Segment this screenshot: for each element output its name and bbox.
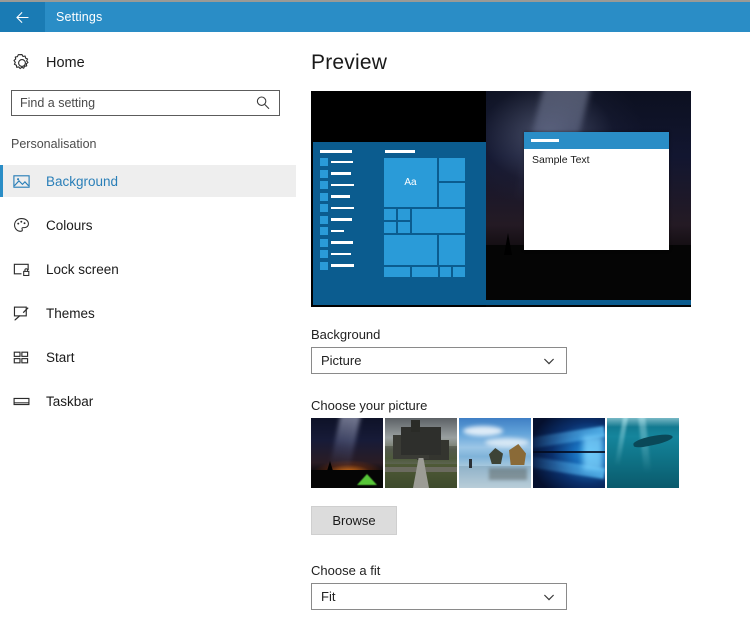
wallpaper-tree-silhouette bbox=[504, 233, 512, 255]
background-dropdown-value: Picture bbox=[321, 353, 362, 368]
preview-start-menu: Aa bbox=[313, 142, 486, 302]
page-title: Preview bbox=[311, 51, 388, 74]
picture-icon bbox=[13, 174, 30, 188]
choose-picture-label: Choose your picture bbox=[311, 398, 428, 413]
back-button[interactable] bbox=[0, 2, 45, 32]
lock-screen-icon bbox=[13, 263, 30, 276]
sidebar-item-background[interactable]: Background bbox=[0, 165, 296, 197]
beach-sea-stacks-thumbnail[interactable] bbox=[459, 418, 531, 488]
themes-brush-icon bbox=[13, 306, 29, 321]
castle-path-thumbnail[interactable] bbox=[385, 418, 457, 488]
sidebar-label-colours: Colours bbox=[46, 217, 93, 233]
sidebar-label-lock-screen: Lock screen bbox=[46, 261, 119, 277]
preview-taskbar bbox=[313, 300, 691, 305]
sidebar-section-label: Personalisation bbox=[11, 137, 97, 151]
sidebar-item-colours[interactable]: Colours bbox=[0, 209, 296, 241]
background-dropdown[interactable]: Picture bbox=[311, 347, 567, 374]
sidebar-item-themes[interactable]: Themes bbox=[0, 297, 296, 329]
night-sky-tent-thumbnail[interactable] bbox=[311, 418, 383, 488]
tile-aa-text: Aa bbox=[404, 177, 417, 188]
search-box[interactable] bbox=[11, 90, 280, 116]
window-title: Settings bbox=[56, 10, 103, 24]
back-arrow-icon bbox=[16, 11, 29, 23]
start-menu-tiles: Aa bbox=[384, 158, 465, 292]
window-body: Home Personalisation Background bbox=[0, 32, 750, 642]
taskbar-icon bbox=[13, 397, 30, 405]
sample-window-title-placeholder bbox=[531, 139, 559, 142]
search-input[interactable] bbox=[12, 95, 254, 111]
chevron-down-icon bbox=[543, 358, 555, 364]
sidebar-label-themes: Themes bbox=[46, 305, 95, 321]
content-pane: Preview Aa Sample Text Background Pictur… bbox=[296, 32, 750, 642]
windows-hero-thumbnail[interactable] bbox=[533, 418, 605, 488]
fit-dropdown[interactable]: Fit bbox=[311, 583, 567, 610]
sidebar-item-home[interactable]: Home bbox=[0, 46, 296, 80]
start-tiles-icon bbox=[13, 351, 29, 363]
settings-window: Settings Home Personalisation bbox=[0, 0, 750, 642]
start-menu-header-bar bbox=[320, 150, 352, 153]
browse-button[interactable]: Browse bbox=[311, 506, 397, 535]
chevron-down-icon bbox=[543, 594, 555, 600]
sidebar-item-taskbar[interactable]: Taskbar bbox=[0, 385, 296, 417]
sidebar-label-taskbar: Taskbar bbox=[46, 393, 94, 409]
fit-dropdown-value: Fit bbox=[321, 589, 336, 604]
start-menu-app-list bbox=[320, 158, 358, 273]
sidebar-nav: Background Colours Lock screen Themes St… bbox=[0, 165, 296, 417]
sample-window-titlebar bbox=[524, 132, 669, 149]
wallpaper-ground bbox=[486, 245, 691, 307]
palette-icon bbox=[14, 217, 29, 232]
title-bar: Settings bbox=[0, 2, 750, 32]
sidebar-home-label: Home bbox=[46, 55, 85, 71]
gear-icon bbox=[13, 54, 29, 70]
sidebar-label-start: Start bbox=[46, 349, 75, 365]
sidebar-item-lock-screen[interactable]: Lock screen bbox=[0, 253, 296, 285]
choose-fit-label: Choose a fit bbox=[311, 563, 381, 578]
desktop-preview: Aa Sample Text bbox=[311, 91, 691, 307]
sidebar-item-start[interactable]: Start bbox=[0, 341, 296, 373]
underwater-thumbnail[interactable] bbox=[607, 418, 679, 488]
sidebar: Home Personalisation Background bbox=[0, 32, 296, 642]
background-label: Background bbox=[311, 327, 381, 342]
sample-window-text: Sample Text bbox=[532, 154, 590, 166]
preview-sample-window: Sample Text bbox=[524, 132, 669, 250]
sidebar-label-background: Background bbox=[46, 173, 119, 189]
start-menu-tiles-header bbox=[385, 150, 415, 153]
start-tile-aa: Aa bbox=[384, 158, 437, 207]
picture-thumbnails bbox=[311, 418, 750, 488]
search-icon[interactable] bbox=[254, 94, 272, 112]
